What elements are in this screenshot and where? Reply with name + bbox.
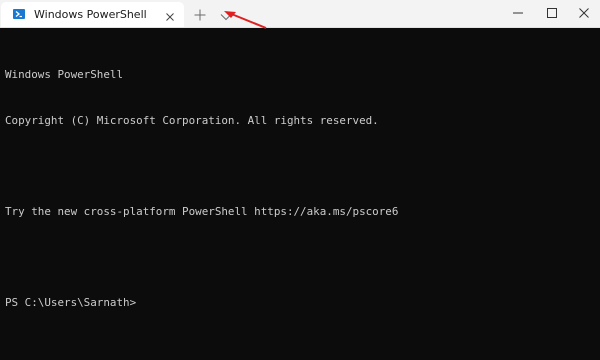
terminal-line-copyright: Copyright (C) Microsoft Corporation. All… [5, 114, 379, 127]
plus-icon[interactable] [193, 7, 207, 21]
minimize-icon [513, 12, 523, 14]
maximize-icon [547, 8, 557, 18]
tab-title: Windows PowerShell [34, 8, 147, 21]
powershell-icon [13, 9, 25, 19]
tab-windows-powershell[interactable]: Windows PowerShell [1, 2, 184, 27]
terminal-output[interactable]: Windows PowerShell Copyright (C) Microso… [5, 37, 595, 341]
minimize-button[interactable] [500, 0, 536, 26]
terminal-line-tip: Try the new cross-platform PowerShell ht… [5, 205, 399, 219]
close-icon[interactable] [164, 8, 176, 21]
maximize-button[interactable] [534, 0, 570, 26]
window-close-button[interactable] [566, 0, 600, 26]
terminal-prompt[interactable]: PS C:\Users\Sarnath> [5, 295, 595, 310]
terminal-line-header: Windows PowerShell [5, 68, 124, 82]
close-icon [579, 8, 589, 18]
annotation-arrow [222, 6, 270, 32]
terminal-window: Windows PowerShell Windows PowerShell Co… [0, 0, 600, 360]
title-bar[interactable]: Windows PowerShell [0, 0, 600, 29]
